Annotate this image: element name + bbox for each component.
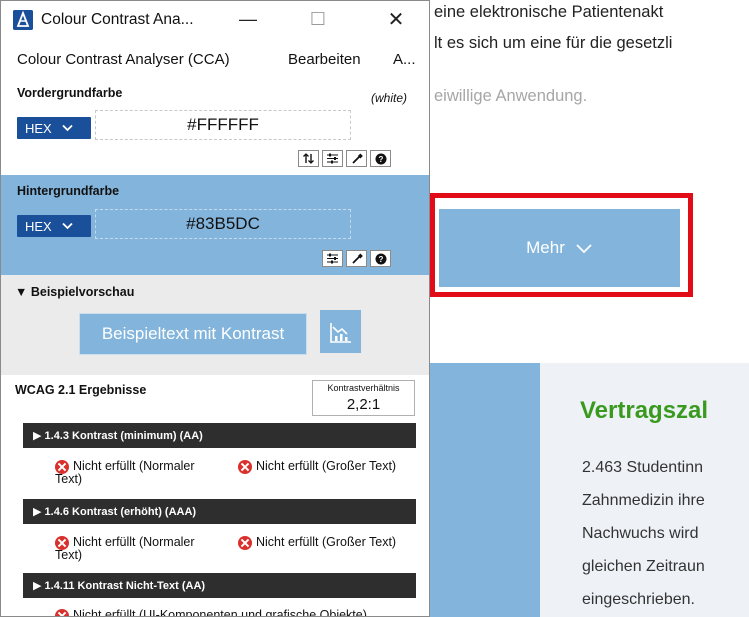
body-text-line: 2.463 Studentinn <box>582 459 703 476</box>
preview-sample: Beispieltext mit Kontrast <box>79 313 307 355</box>
format-label: HEX <box>25 120 52 136</box>
foreground-section: Vordergrundfarbe (white) HEX #FFFFFF ? <box>1 79 429 175</box>
chart-icon <box>329 322 351 343</box>
preview-chart-button[interactable] <box>320 310 361 353</box>
app-logo-icon <box>13 10 33 30</box>
contrast-ratio-label: Kontrastverhältnis <box>327 383 400 393</box>
body-text-line: Zahnmedizin ihre <box>582 492 705 509</box>
swap-icon <box>303 153 314 164</box>
menu-bar: Colour Contrast Analyser (CCA) Bearbeite… <box>1 37 429 79</box>
background-section: Hintergrundfarbe HEX #83B5DC ? <box>1 175 429 275</box>
foreground-format-select[interactable]: HEX <box>17 117 91 139</box>
result-normal-text: Nicht erfüllt (Normaler Text) <box>55 460 235 488</box>
chevron-down-icon <box>62 222 73 230</box>
body-text-line: eingeschrieben. <box>582 591 695 608</box>
foreground-color-name: (white) <box>371 91 408 105</box>
results-heading: WCAG 2.1 Ergebnisse <box>15 383 147 397</box>
result-label: Text) <box>55 472 83 486</box>
help-icon: ? <box>375 153 386 164</box>
menu-item-edit[interactable]: Bearbeiten <box>288 51 361 68</box>
foreground-sliders-button[interactable] <box>322 150 343 167</box>
criterion-1-4-3-toggle[interactable]: ▶ 1.4.3 Kontrast (minimum) (AA) <box>23 423 416 448</box>
page-text-line: eine elektronische Patientenakt <box>434 3 664 21</box>
background-help-button[interactable]: ? <box>370 250 391 267</box>
result-large-text: Nicht erfüllt (Großer Text) <box>238 536 423 552</box>
svg-text:?: ? <box>378 255 383 264</box>
background-hex-input[interactable]: #83B5DC <box>95 209 351 239</box>
menu-item-more[interactable]: A... <box>393 51 416 68</box>
foreground-label: Vordergrundfarbe <box>17 86 123 100</box>
eyedropper-icon <box>351 253 363 264</box>
result-label: Nicht erfüllt (Großer Text) <box>256 459 397 473</box>
help-icon: ? <box>375 253 386 264</box>
format-label: HEX <box>25 218 52 234</box>
chevron-down-icon <box>62 124 73 132</box>
background-label: Hintergrundfarbe <box>17 184 120 198</box>
window-title: Colour Contrast Ana... <box>41 11 194 28</box>
menu-item-cca[interactable]: Colour Contrast Analyser (CCA) <box>17 51 230 68</box>
decorative-stripe <box>430 363 540 617</box>
eyedropper-icon <box>351 153 363 164</box>
result-label: Nicht erfüllt (Normaler <box>73 535 195 549</box>
section-title: Vertragszal <box>580 397 709 424</box>
window-titlebar[interactable]: Colour Contrast Ana... — ☐ ✕ <box>1 1 429 37</box>
contrast-ratio-value: 2,2:1 <box>346 396 381 413</box>
background-eyedropper-button[interactable] <box>346 250 367 267</box>
result-large-text: Nicht erfüllt (Großer Text) <box>238 460 423 476</box>
preview-section: ▼ Beispielvorschau Beispieltext mit Kont… <box>1 275 429 375</box>
highlight-frame <box>430 193 693 297</box>
preview-toggle[interactable]: ▼ Beispielvorschau <box>15 285 134 299</box>
page-text-line: lt es sich um eine für die gesetzli <box>434 34 673 52</box>
error-icon <box>238 536 252 550</box>
error-icon <box>55 609 69 616</box>
foreground-hex-input[interactable]: #FFFFFF <box>95 110 351 140</box>
criterion-1-4-6-toggle[interactable]: ▶ 1.4.6 Kontrast (erhöht) (AAA) <box>23 499 416 524</box>
maximize-button[interactable]: ☐ <box>301 5 335 33</box>
page-text-line: eiwillige Anwendung. <box>434 87 588 105</box>
swap-colors-button[interactable] <box>298 150 319 167</box>
result-ui-components: Nicht erfüllt (UI-Komponenten und grafis… <box>55 608 425 617</box>
error-icon <box>238 460 252 474</box>
results-section: WCAG 2.1 Ergebnisse Kontrastverhältnis 2… <box>1 375 429 617</box>
foreground-eyedropper-button[interactable] <box>346 150 367 167</box>
result-label: Nicht erfüllt (Normaler <box>73 459 195 473</box>
result-label: Nicht erfüllt (Großer Text) <box>256 535 397 549</box>
result-label: Nicht erfüllt (UI-Komponenten und grafis… <box>73 608 367 617</box>
result-label: Text) <box>55 548 83 562</box>
contrast-ratio-box: Kontrastverhältnis 2,2:1 <box>312 380 415 416</box>
cca-window: Colour Contrast Ana... — ☐ ✕ Colour Cont… <box>0 0 430 617</box>
minimize-button[interactable]: — <box>231 5 265 33</box>
body-text-line: Nachwuchs wird <box>582 525 699 542</box>
criterion-1-4-11-toggle[interactable]: ▶ 1.4.11 Kontrast Nicht-Text (AA) <box>23 573 416 598</box>
background-sliders-button[interactable] <box>322 250 343 267</box>
sliders-icon <box>327 253 338 264</box>
sliders-icon <box>327 153 338 164</box>
foreground-help-button[interactable]: ? <box>370 150 391 167</box>
result-normal-text: Nicht erfüllt (Normaler Text) <box>55 536 235 564</box>
body-text-line: gleichen Zeitraun <box>582 558 705 575</box>
svg-text:?: ? <box>378 155 383 164</box>
background-format-select[interactable]: HEX <box>17 215 91 237</box>
close-button[interactable]: ✕ <box>379 5 413 33</box>
